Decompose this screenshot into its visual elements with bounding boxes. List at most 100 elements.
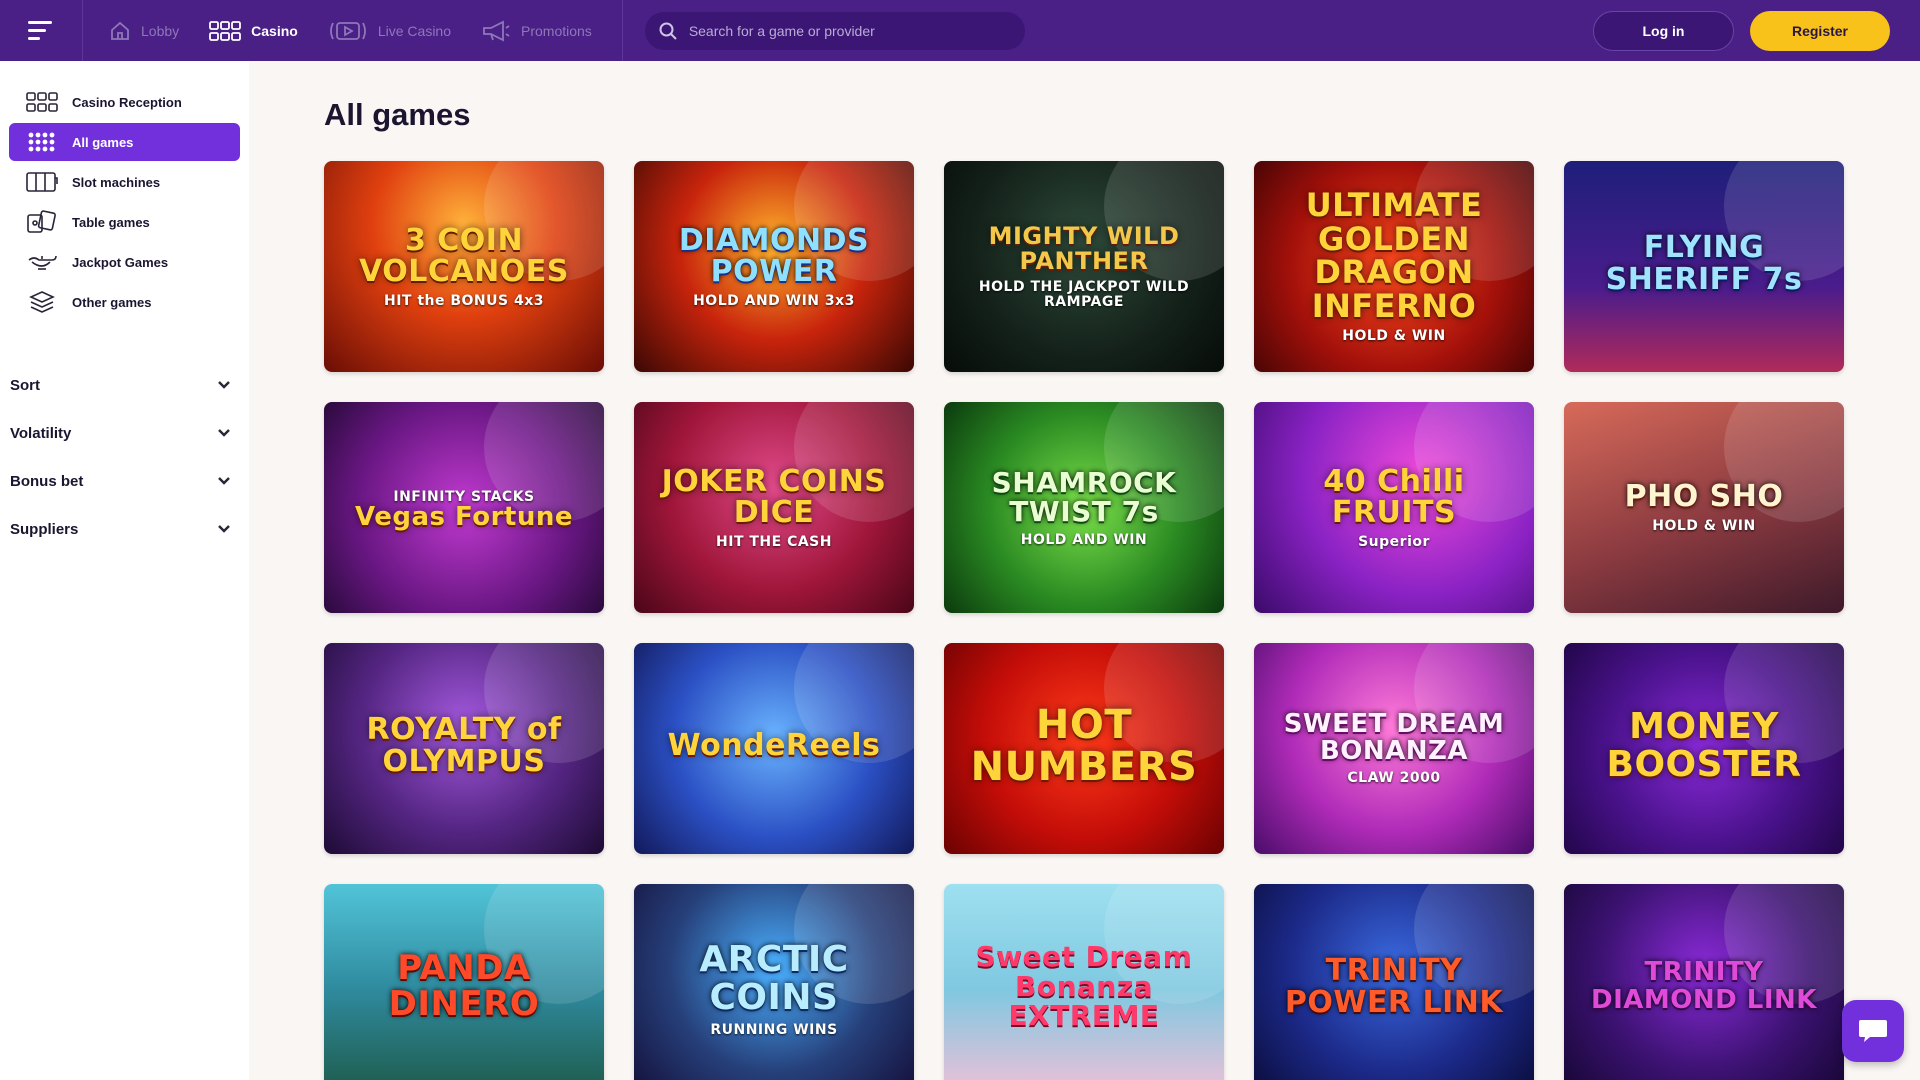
game-card[interactable]: ULTIMATE GOLDEN DRAGON INFERNO HOLD & WIN <box>1254 161 1534 372</box>
game-title-text: MONEY BOOSTER <box>1606 705 1802 785</box>
sidebar-item-all-games[interactable]: All games <box>9 123 240 161</box>
sidebar: Casino Reception All games Slot machines <box>0 61 249 1080</box>
game-subtitle: CLAW 2000 <box>1347 770 1441 787</box>
game-title: 3 COIN VOLCANOES HIT the BONUS 4x3 <box>324 225 604 309</box>
game-subtitle: HOLD AND WIN 3x3 <box>693 292 855 309</box>
nav-divider <box>621 0 623 61</box>
nav-label: Casino <box>251 22 298 39</box>
game-card[interactable]: DIAMONDS POWER HOLD AND WIN 3x3 <box>634 161 914 372</box>
game-card[interactable]: JOKER COINS DICE HIT THE CASH <box>634 402 914 613</box>
game-title: Sweet Dream Bonanza EXTREME <box>944 942 1224 1036</box>
filter-suppliers[interactable]: Suppliers <box>0 505 249 553</box>
game-title: JOKER COINS DICE HIT THE CASH <box>634 466 914 550</box>
game-subtitle: HOLD & WIN <box>1652 517 1756 534</box>
sidebar-item-casino-reception[interactable]: Casino Reception <box>9 83 240 121</box>
game-title: INFINITY STACKS Vegas Fortune <box>341 484 587 532</box>
menu-icon <box>28 20 52 40</box>
chat-support-button[interactable] <box>1842 1000 1904 1062</box>
sidebar-item-label: Casino Reception <box>72 94 182 110</box>
game-title-text: SWEET DREAM BONANZA <box>1283 708 1505 767</box>
sidebar-item-label: Jackpot Games <box>72 254 169 270</box>
filter-sort[interactable]: Sort <box>0 361 249 409</box>
game-title: ARCTIC COINS RUNNING WINS <box>634 941 914 1037</box>
search-input[interactable] <box>688 22 1009 39</box>
nav-item-promotions[interactable]: Promotions <box>481 0 592 61</box>
game-card[interactable]: WondeReels <box>634 643 914 854</box>
grid-icon <box>26 92 58 112</box>
sidebar-item-label: Slot machines <box>72 174 161 190</box>
sidebar-item-other-games[interactable]: Other games <box>9 283 240 321</box>
sidebar-item-table-games[interactable]: Table games <box>9 203 240 241</box>
nav-item-lobby[interactable]: Lobby <box>109 0 179 61</box>
register-button[interactable]: Register <box>1750 11 1890 51</box>
game-subtitle: HIT the BONUS 4x3 <box>383 292 544 309</box>
filter-bonus-bet[interactable]: Bonus bet <box>0 457 249 505</box>
game-card[interactable]: Sweet Dream Bonanza EXTREME <box>944 884 1224 1080</box>
sidebar-item-jackpot-games[interactable]: Jackpot Games <box>9 243 240 281</box>
game-title-text: 40 Chilli FRUITS <box>1323 463 1465 531</box>
game-title: TRINITY POWER LINK <box>1254 955 1534 1024</box>
game-title-text: JOKER COINS DICE <box>661 463 887 531</box>
login-button[interactable]: Log in <box>1593 11 1734 51</box>
game-title: SHAMROCK TWIST 7s HOLD AND WIN <box>944 465 1224 547</box>
game-title-text: TRINITY DIAMOND LINK <box>1591 957 1817 1015</box>
home-icon <box>111 21 129 40</box>
main-content: All games 3 COIN VOLCANOES HIT the BONUS … <box>249 61 1920 1080</box>
game-card[interactable]: ROYALTY of OLYMPUS <box>324 643 604 854</box>
game-card[interactable]: TRINITY POWER LINK <box>1254 884 1534 1080</box>
filter-label: Volatility <box>10 424 72 442</box>
page-title: All games <box>324 97 471 132</box>
game-card[interactable]: TRINITY DIAMOND LINK <box>1564 884 1844 1080</box>
filter-label: Sort <box>10 376 40 394</box>
nav-item-casino[interactable]: Casino <box>209 0 298 61</box>
game-title-text: SHAMROCK TWIST 7s <box>991 465 1177 529</box>
nav-item-live-casino[interactable]: Live Casino <box>328 0 451 61</box>
megaphone-icon <box>483 20 510 41</box>
game-grid: 3 COIN VOLCANOES HIT the BONUS 4x3 DIAMON… <box>324 161 1844 1080</box>
game-title: PANDA DINERO <box>324 947 604 1028</box>
category-list: Casino Reception All games Slot machines <box>0 61 249 321</box>
main-nav: Lobby Casino Live Casino Promotions <box>83 0 623 61</box>
game-card[interactable]: 40 Chilli FRUITS Superior <box>1254 402 1534 613</box>
sidebar-item-label: Other games <box>72 294 152 310</box>
game-subtitle: RUNNING WINS <box>710 1021 838 1038</box>
game-card[interactable]: ARCTIC COINS RUNNING WINS <box>634 884 914 1080</box>
nav-label: Live Casino <box>377 22 451 39</box>
game-card[interactable]: MIGHTY WILD PANTHER HOLD THE JACKPOT WILD… <box>944 161 1224 372</box>
filter-volatility[interactable]: Volatility <box>0 409 249 457</box>
game-card[interactable]: SHAMROCK TWIST 7s HOLD AND WIN <box>944 402 1224 613</box>
chevron-down-icon <box>218 381 230 389</box>
chevron-down-icon <box>218 525 230 533</box>
game-title: PHO SHO HOLD & WIN <box>1611 481 1798 533</box>
game-title: ULTIMATE GOLDEN DRAGON INFERNO HOLD & WIN <box>1254 185 1534 344</box>
game-title: ROYALTY of OLYMPUS <box>324 714 604 783</box>
game-title-text: 3 COIN VOLCANOES <box>359 222 569 290</box>
game-card[interactable]: PHO SHO HOLD & WIN <box>1564 402 1844 613</box>
sidebar-item-slot-machines[interactable]: Slot machines <box>9 163 240 201</box>
slot-reels-icon <box>26 172 58 192</box>
game-title-text: Vegas Fortune <box>355 502 573 533</box>
game-card[interactable]: FLYING SHERIFF 7s <box>1564 161 1844 372</box>
game-card[interactable]: MONEY BOOSTER <box>1564 643 1844 854</box>
lamp-icon <box>28 255 57 270</box>
game-subtitle: Superior <box>1358 533 1430 550</box>
game-title: TRINITY DIAMOND LINK <box>1564 957 1844 1020</box>
filter-list: Sort Volatility Bonus bet Suppliers <box>0 361 249 553</box>
chevron-down-icon <box>218 477 230 485</box>
game-card[interactable]: INFINITY STACKS Vegas Fortune <box>324 402 604 613</box>
grid-icon <box>209 20 242 41</box>
game-title-text: FLYING SHERIFF 7s <box>1605 230 1803 297</box>
hamburger-menu-button[interactable] <box>0 0 83 61</box>
game-title: WondeReels <box>654 730 895 768</box>
filter-label: Suppliers <box>10 520 79 538</box>
search-bar[interactable] <box>644 11 1025 50</box>
chat-bubble-icon <box>1859 1020 1887 1042</box>
game-card[interactable]: SWEET DREAM BONANZA CLAW 2000 <box>1254 643 1534 854</box>
game-title-text: ULTIMATE GOLDEN DRAGON INFERNO <box>1305 185 1483 325</box>
game-card[interactable]: PANDA DINERO <box>324 884 604 1080</box>
layers-icon <box>29 291 55 313</box>
game-title: FLYING SHERIFF 7s <box>1564 232 1844 301</box>
game-card[interactable]: 3 COIN VOLCANOES HIT the BONUS 4x3 <box>324 161 604 372</box>
game-title-text: PANDA DINERO <box>388 947 540 1024</box>
game-card[interactable]: HOT NUMBERS <box>944 643 1224 854</box>
